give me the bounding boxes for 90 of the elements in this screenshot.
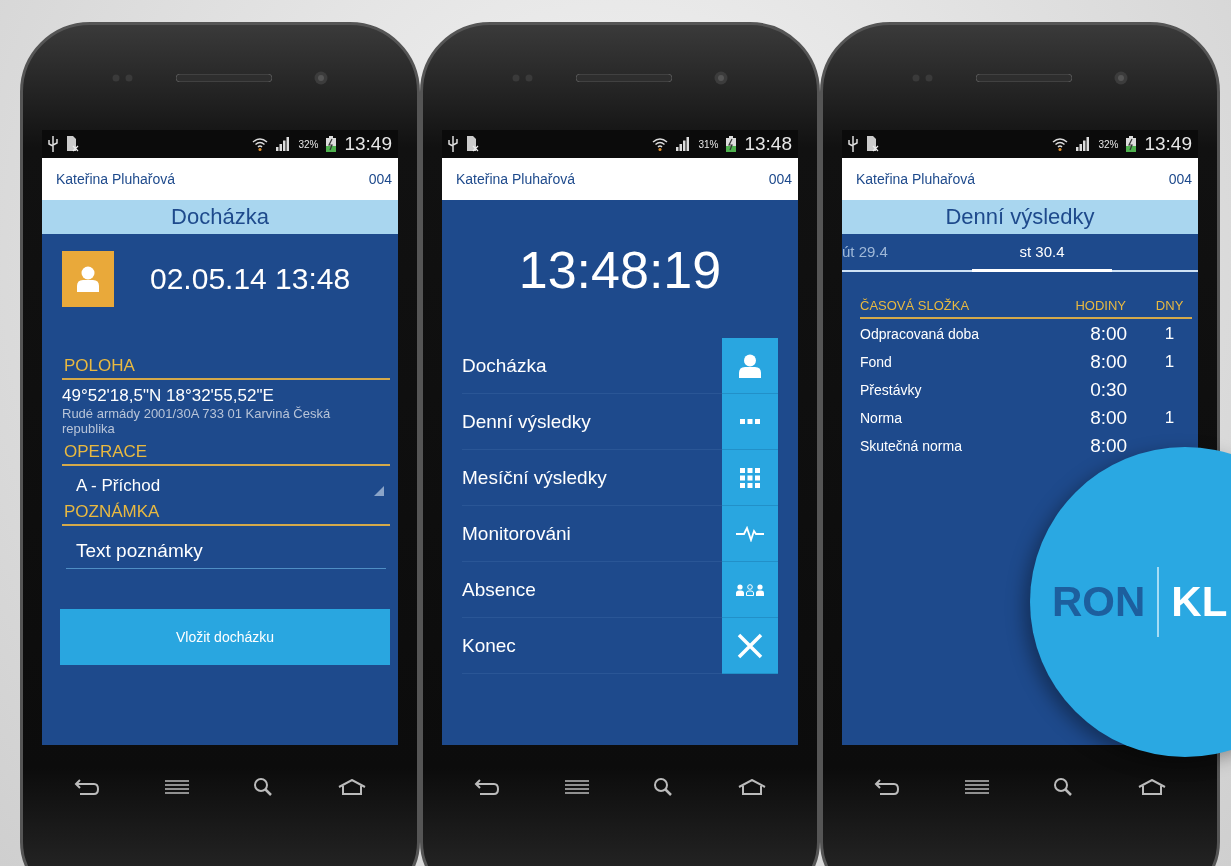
table-cell: 1 [1164, 324, 1175, 343]
back-icon[interactable] [874, 779, 901, 795]
user-code: 004 [368, 171, 392, 187]
battery-icon [326, 136, 337, 152]
table-cell-text: 8:00 [1089, 434, 1129, 458]
pulse-icon [736, 525, 764, 542]
user-name: Kateřina Pluhařová [456, 171, 576, 187]
column-header: DNY [1147, 294, 1192, 318]
table-cell-text: 8:00 [1089, 350, 1129, 374]
wifi-icon [652, 137, 669, 151]
battery-icon [726, 136, 737, 152]
section-label: OPERACE [62, 442, 390, 466]
status-time: 13:49 [344, 133, 392, 155]
screen-title: Denní výsledky [842, 200, 1198, 234]
signal-icon [276, 137, 291, 151]
close-icon [737, 632, 763, 659]
table-cell-text: 8:00 [1089, 406, 1129, 430]
menu-icon[interactable] [164, 780, 189, 794]
menu-icon[interactable] [964, 780, 989, 794]
user-name: Kateřina Pluhařová [56, 171, 176, 187]
battery-icon [1126, 136, 1137, 152]
sd-card-icon [466, 136, 479, 152]
table-cell: 1 [1164, 352, 1175, 371]
table-cell-text: Skutečná norma [860, 437, 963, 456]
screen-title: Docházka [42, 200, 398, 234]
grid-icon [740, 467, 760, 488]
menu-item[interactable]: Mesíční výsledky [442, 450, 798, 506]
dropdown-corner-icon [374, 486, 384, 496]
battery-percent: 31% [698, 138, 719, 150]
signal-icon [676, 137, 691, 151]
camera-icon [314, 70, 328, 85]
logo-text: RON [1052, 578, 1146, 626]
signal-icon [1076, 137, 1091, 151]
section-label: POLOHA [62, 356, 390, 380]
date-tab[interactable]: út 29.4 [842, 234, 972, 272]
menu-item[interactable]: Absence [442, 562, 798, 618]
status-time: 13:49 [1144, 133, 1192, 155]
address: Rudé armády 2001/30A 733 01 Karviná Česká republika [62, 406, 332, 436]
section-label: POZNÁMKA [62, 502, 390, 526]
menu-item[interactable]: Monitorováni [442, 506, 798, 562]
table-cell: 8:00 [1054, 318, 1148, 347]
menu-item[interactable]: Konec [442, 618, 798, 674]
user-name: Kateřina Pluhařová [856, 171, 976, 187]
wifi-icon [1052, 137, 1069, 151]
back-icon[interactable] [74, 779, 101, 795]
table-cell-text: Fond [860, 353, 893, 372]
search-icon[interactable] [253, 777, 274, 797]
usb-icon [848, 136, 858, 152]
operation-dropdown[interactable]: A - Příchod [62, 466, 390, 502]
sd-card-icon [66, 136, 79, 152]
person-icon [77, 266, 99, 292]
speaker-icon [576, 73, 672, 82]
usb-icon [448, 136, 458, 152]
search-icon[interactable] [1053, 777, 1074, 797]
date-time: 02.05.14 13:48 [150, 262, 351, 296]
person-icon [739, 353, 761, 378]
wifi-icon [252, 137, 269, 151]
column-header: HODINY [1054, 294, 1148, 318]
speaker-icon [976, 73, 1072, 82]
table-cell-text: 0:30 [1089, 378, 1129, 402]
menu-icon[interactable] [564, 780, 589, 794]
speaker-icon [176, 73, 272, 82]
user-code: 004 [1168, 171, 1192, 187]
date-tab[interactable]: st 30.4 [972, 234, 1112, 272]
home-icon[interactable] [337, 779, 366, 795]
battery-percent: 32% [1098, 138, 1119, 150]
coordinates: 49°52'18,5"N 18°32'55,52"E [62, 386, 275, 406]
sd-card-icon [866, 136, 879, 152]
column-header: ČASOVÁ SLOŽKA [860, 294, 1055, 318]
user-code: 004 [768, 171, 792, 187]
table-cell: 1 [1164, 408, 1175, 427]
dots-icon [740, 419, 760, 424]
usb-icon [48, 136, 58, 152]
camera-icon [714, 70, 728, 85]
home-icon[interactable] [1137, 779, 1166, 795]
menu-item[interactable]: Denní výsledky [442, 394, 798, 450]
status-time: 13:48 [744, 133, 792, 155]
table-cell: Odpracovaná doba [860, 318, 1055, 347]
table-cell-text: Přestávky [860, 381, 923, 400]
camera-icon [1114, 70, 1128, 85]
home-icon[interactable] [737, 779, 766, 795]
people-icon [736, 583, 764, 596]
back-icon[interactable] [474, 779, 501, 795]
logo-text: KL [1171, 578, 1228, 626]
search-icon[interactable] [653, 777, 674, 797]
clock: 13:48:19 [517, 240, 723, 300]
battery-percent: 32% [298, 138, 319, 150]
note-field[interactable]: Text poznámky [66, 534, 386, 569]
menu-item[interactable]: Docházka [442, 338, 798, 394]
table-cell-text: Norma [860, 409, 903, 428]
